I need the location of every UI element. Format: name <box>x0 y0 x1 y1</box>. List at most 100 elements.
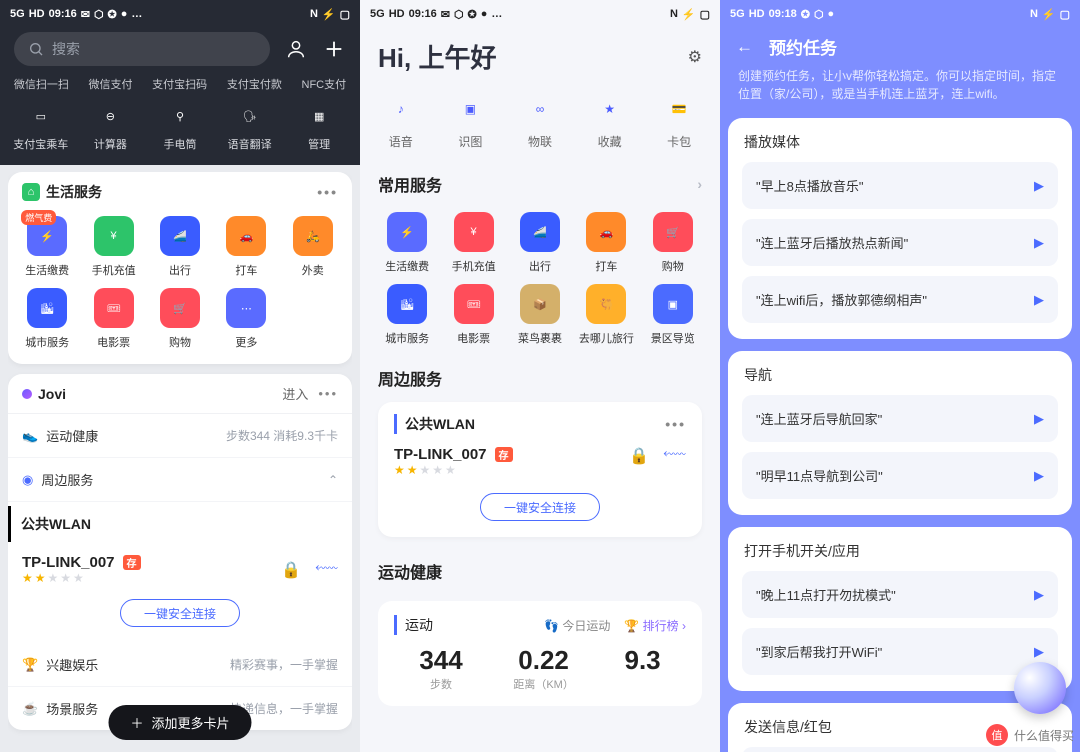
quick-item[interactable]: ⚲手电筒 <box>150 102 210 152</box>
top-fn[interactable]: 💳卡包 <box>649 93 709 150</box>
wlan-title: 公共WLAN <box>394 414 475 434</box>
life-icon: ¥ <box>94 216 134 256</box>
life-item[interactable]: ¥手机充值 <box>80 216 146 278</box>
life-icon: 🛒 <box>160 288 200 328</box>
top-fn[interactable]: ♪语音 <box>371 93 431 150</box>
jovi-fab[interactable] <box>1014 662 1066 714</box>
section-title: 播放媒体 <box>744 132 1056 152</box>
common-item[interactable]: ¥手机充值 <box>440 212 506 274</box>
life-icon: 🛵 <box>293 216 333 256</box>
task-option[interactable]: "连上wifi后，播放郭德纲相声"▶ <box>742 276 1058 323</box>
common-icon: 🛒 <box>653 212 693 252</box>
sport-row[interactable]: 👟运动健康 步数344 消耗9.3千卡 <box>8 414 352 458</box>
life-title: 生活服务 <box>46 182 102 202</box>
jovi-card: Jovi 进入••• 👟运动健康 步数344 消耗9.3千卡 ◉周边服务 ⌃ 公… <box>8 374 352 730</box>
task-section: 导航"连上蓝牙后导航回家"▶"明早11点导航到公司"▶ <box>728 351 1072 515</box>
more-icon[interactable]: ••• <box>665 416 686 432</box>
settings-icon[interactable]: ⚙ <box>688 47 702 67</box>
life-item[interactable]: 🛒购物 <box>147 288 213 350</box>
quick-icon: ⊖ <box>96 102 124 130</box>
wlan-title: 公共WLAN <box>8 506 338 542</box>
more-icon[interactable]: ••• <box>318 386 338 401</box>
quick-item[interactable]: 🗣语音翻译 <box>220 102 280 152</box>
top-fn[interactable]: ★收藏 <box>580 93 640 150</box>
play-icon: ▶ <box>1034 644 1044 660</box>
jovi-enter[interactable]: 进入 <box>282 384 308 403</box>
common-item[interactable]: 📦菜鸟裹裹 <box>507 284 573 346</box>
quick-icon: 🗣 <box>236 102 264 130</box>
quick-item[interactable]: ▦管理 <box>289 102 349 152</box>
lock-icon: 🔒 <box>629 446 649 477</box>
life-item[interactable]: 🎟电影票 <box>80 288 146 350</box>
quick-item[interactable]: ▭支付宝乘车 <box>11 102 71 152</box>
add-icon[interactable] <box>322 37 346 61</box>
common-icon: 🚄 <box>520 212 560 252</box>
fn-icon: 💳 <box>663 93 695 125</box>
task-option[interactable]: "到家后帮我打开WiFi"▶ <box>742 628 1058 675</box>
task-option[interactable]: "连上蓝牙后导航回家"▶ <box>742 395 1058 442</box>
life-item[interactable]: 🏙城市服务 <box>14 288 80 350</box>
common-item[interactable]: 🚄出行 <box>507 212 573 274</box>
play-icon: ▶ <box>1034 468 1044 484</box>
lock-icon: 🔒 <box>281 560 301 580</box>
common-item[interactable]: 🛒购物 <box>640 212 706 274</box>
life-item[interactable]: 🛵外卖 <box>280 216 346 278</box>
connect-button[interactable]: 一键安全连接 <box>480 493 600 521</box>
play-icon: ▶ <box>1034 587 1044 603</box>
status-bar: 5GHD09:16✉⬡✪●… N⚡▢ <box>0 0 360 28</box>
task-option[interactable]: "晚上11点打开勿扰模式"▶ <box>742 571 1058 618</box>
around-title: 周边服务 <box>378 366 442 390</box>
task-option[interactable]: "明早11点导航到公司"▶ <box>742 452 1058 499</box>
life-icon: 🚗 <box>226 216 266 256</box>
home-icon: ⌂ <box>22 183 40 201</box>
common-title: 常用服务 <box>378 172 442 196</box>
common-item[interactable]: 🚗打车 <box>573 212 639 274</box>
top-fn[interactable]: ∞物联 <box>510 93 570 150</box>
search-input[interactable]: 搜索 <box>14 32 270 66</box>
common-item[interactable]: 🐫去哪儿旅行 <box>573 284 639 346</box>
task-sections: 播放媒体 "早上8点播放音乐"▶ "连上蓝牙后播放热点新闻"▶ "连上wifi后，播放… <box>728 118 1072 752</box>
common-item[interactable]: 🏙城市服务 <box>374 284 440 346</box>
jovi-icon <box>22 389 32 399</box>
more-icon[interactable]: ••• <box>317 184 338 200</box>
life-item[interactable]: ⚡燃气费生活缴费 <box>14 216 80 278</box>
top-fn[interactable]: ▣识图 <box>440 93 500 150</box>
quick-label[interactable]: 微信支付 <box>89 76 133 92</box>
add-cards-button[interactable]: ＋ 添加更多卡片 <box>108 705 251 740</box>
quick-item[interactable]: ⊖计算器 <box>80 102 140 152</box>
fn-icon: ★ <box>594 93 626 125</box>
task-option[interactable]: "晚上12点给宝贝发微信说生日快乐"▶ <box>742 747 1058 752</box>
around-row[interactable]: ◉周边服务 ⌃ <box>8 458 352 502</box>
task-section: 打开手机开关/应用"晚上11点打开勿扰模式"▶"到家后帮我打开WiFi"▶ <box>728 527 1072 691</box>
quick-label[interactable]: 支付宝扫码 <box>152 76 207 92</box>
page-desc: 创建预约任务，让小v帮你轻松搞定。你可以指定时间，指定位置（家/公司），或是当手… <box>720 63 1080 115</box>
back-icon[interactable]: ← <box>736 37 753 57</box>
task-option[interactable]: "早上8点播放音乐"▶ <box>742 162 1058 209</box>
common-item[interactable]: 🎟电影票 <box>440 284 506 346</box>
quick-labels: 微信扫一扫 微信支付 支付宝扫码 支付宝付款 NFC支付 <box>0 76 360 96</box>
life-grid: ⚡燃气费生活缴费¥手机充值🚄出行🚗打车🛵外卖 🏙城市服务🎟电影票🛒购物⋯更多 <box>8 208 352 364</box>
wifi-icon: ⬳ <box>315 560 338 580</box>
life-item[interactable]: 🚄出行 <box>147 216 213 278</box>
quick-icon: ▭ <box>27 102 55 130</box>
connect-button[interactable]: 一键安全连接 <box>120 599 240 627</box>
common-item[interactable]: ⚡生活缴费 <box>374 212 440 274</box>
quick-label[interactable]: NFC支付 <box>302 76 347 92</box>
life-item[interactable]: 🚗打车 <box>213 216 279 278</box>
wifi-icon: ⬳ <box>663 446 686 477</box>
life-icon: 🏙 <box>27 288 67 328</box>
common-item[interactable]: ▣景区导览 <box>640 284 706 346</box>
play-icon: ▶ <box>1034 292 1044 308</box>
life-item[interactable]: ⋯更多 <box>213 288 279 350</box>
top-functions: ♪语音▣识图∞物联★收藏💳卡包 <box>360 79 720 164</box>
task-option[interactable]: "连上蓝牙后播放热点新闻"▶ <box>742 219 1058 266</box>
profile-icon[interactable] <box>284 37 308 61</box>
quick-label[interactable]: 微信扫一扫 <box>14 76 69 92</box>
quick-icon: ⚲ <box>166 102 194 130</box>
fun-row[interactable]: 🏆兴趣娱乐 精彩赛事，一手掌握 <box>8 643 352 687</box>
search-placeholder: 搜索 <box>52 39 80 59</box>
quick-label[interactable]: 支付宝付款 <box>227 76 282 92</box>
chevron-right-icon[interactable]: › <box>697 176 702 192</box>
task-section: 播放媒体 "早上8点播放音乐"▶ "连上蓝牙后播放热点新闻"▶ "连上wifi后，播放… <box>728 118 1072 339</box>
status-bar: 5GHD09:18✪⬡● N⚡▢ <box>720 0 1080 28</box>
